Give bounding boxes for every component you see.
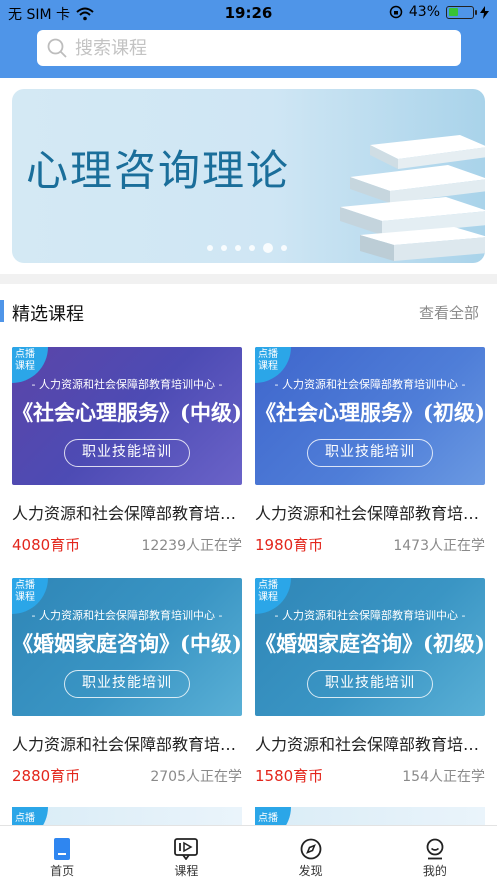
tab-discover[interactable]: 发现 xyxy=(249,826,373,883)
course-thumbnail[interactable]: 点播课程 - 人力资源和社会保障部教育培训中心 - 《婚姻家庭咨询》(中级) 职… xyxy=(12,578,242,716)
header: 无 SIM 卡 19:26 43% xyxy=(0,0,497,78)
course-price: 4080育币 xyxy=(12,536,81,554)
course-meta: 1580育币 154人正在学 xyxy=(255,765,485,786)
search-icon xyxy=(47,38,67,58)
home-icon xyxy=(54,838,71,860)
carousel-dots[interactable] xyxy=(207,243,287,253)
books-illustration xyxy=(340,135,485,261)
vod-badge-label: 点播课程 xyxy=(15,580,35,603)
battery-icon xyxy=(446,5,477,19)
battery-fill xyxy=(448,8,459,16)
vod-badge-label: 点播课程 xyxy=(258,349,278,372)
course-play-icon xyxy=(174,838,199,860)
carousel-dot[interactable] xyxy=(281,245,287,251)
banner-section: 心理咨询理论 xyxy=(0,78,497,274)
featured-section-header: 精选课程 查看全部 xyxy=(0,294,497,330)
thumbnail-org: - 人力资源和社会保障部教育培训中心 - xyxy=(31,378,223,391)
banner-carousel[interactable]: 心理咨询理论 xyxy=(12,89,485,263)
carousel-dot[interactable] xyxy=(221,245,227,251)
course-learners: 2705人正在学 xyxy=(150,769,242,785)
carousel-dot-active[interactable] xyxy=(263,243,273,253)
tab-label: 发现 xyxy=(298,864,323,878)
thumbnail-course-name: 《社会心理服务》(中级) xyxy=(12,400,242,425)
status-right: 43% xyxy=(389,4,489,20)
carousel-dot[interactable] xyxy=(235,245,241,251)
battery-percent: 43% xyxy=(408,4,440,20)
course-learners: 1473人正在学 xyxy=(393,538,485,554)
tab-label: 首页 xyxy=(50,864,75,878)
vod-badge-label: 点播 xyxy=(258,813,278,824)
vod-badge-label: 点播课程 xyxy=(258,580,278,603)
thumbnail-org: - 人力资源和社会保障部教育培训中心 - xyxy=(31,609,223,622)
course-learners: 154人正在学 xyxy=(402,769,485,785)
thumbnail-org: - 人力资源和社会保障部教育培训中心 - xyxy=(274,378,466,391)
thumbnail-course-name: 《社会心理服务》(初级) xyxy=(255,400,485,425)
bottom-tab-bar: 首页 课程 发现 我的 xyxy=(0,825,497,883)
thumbnail-pill: 职业技能培训 xyxy=(64,439,190,467)
course-card[interactable]: 点播课程 - 人力资源和社会保障部教育培训中心 - 《婚姻家庭咨询》(中级) 职… xyxy=(12,578,242,786)
course-meta: 2880育币 2705人正在学 xyxy=(12,765,242,786)
course-card[interactable]: 点播课程 - 人力资源和社会保障部教育培训中心 - 《社会心理服务》(初级) 职… xyxy=(255,347,485,555)
tab-label: 课程 xyxy=(174,864,199,878)
thumbnail-course-name: 《婚姻家庭咨询》(初级) xyxy=(255,631,485,656)
tab-profile[interactable]: 我的 xyxy=(373,826,497,883)
course-meta: 1980育币 1473人正在学 xyxy=(255,534,485,555)
course-meta: 4080育币 12239人正在学 xyxy=(12,534,242,555)
tab-home[interactable]: 首页 xyxy=(0,826,124,883)
course-title[interactable]: 人力资源和社会保障部教育培训中心婚姻家庭咨询(中级) xyxy=(12,731,242,755)
course-price: 1980育币 xyxy=(255,536,324,554)
tab-courses[interactable]: 课程 xyxy=(124,826,248,883)
search-input[interactable] xyxy=(75,37,435,59)
banner-title: 心理咨询理论 xyxy=(26,146,291,195)
course-card-partial[interactable]: 点播 xyxy=(255,807,485,825)
course-card[interactable]: 点播课程 - 人力资源和社会保障部教育培训中心 - 《社会心理服务》(中级) 职… xyxy=(12,347,242,555)
thumbnail-pill: 职业技能培训 xyxy=(307,670,433,698)
course-title[interactable]: 人力资源和社会保障部教育培训中心社会心理服务(初级) xyxy=(255,500,485,524)
carousel-dot[interactable] xyxy=(207,245,213,251)
thumbnail-org: - 人力资源和社会保障部教育培训中心 - xyxy=(274,609,466,622)
course-price: 2880育币 xyxy=(12,767,81,785)
charging-bolt-icon xyxy=(480,5,489,19)
course-thumbnail[interactable]: 点播课程 - 人力资源和社会保障部教育培训中心 - 《社会心理服务》(初级) 职… xyxy=(255,347,485,485)
status-bar: 无 SIM 卡 19:26 43% xyxy=(0,0,497,26)
course-card[interactable]: 点播课程 - 人力资源和社会保障部教育培训中心 - 《婚姻家庭咨询》(初级) 职… xyxy=(255,578,485,786)
search-bar[interactable] xyxy=(37,30,461,66)
tab-label: 我的 xyxy=(422,864,447,878)
thumbnail-course-name: 《婚姻家庭咨询》(中级) xyxy=(12,631,242,656)
section-title: 精选课程 xyxy=(12,304,84,325)
course-price: 1580育币 xyxy=(255,767,324,785)
course-card-partial[interactable]: 点播 xyxy=(12,807,242,825)
course-thumbnail[interactable]: 点播课程 - 人力资源和社会保障部教育培训中心 - 《社会心理服务》(中级) 职… xyxy=(12,347,242,485)
view-all-link[interactable]: 查看全部 xyxy=(419,302,479,323)
vod-badge-label: 点播 xyxy=(15,813,35,824)
section-divider xyxy=(0,274,497,284)
thumbnail-pill: 职业技能培训 xyxy=(307,439,433,467)
thumbnail-pill: 职业技能培训 xyxy=(64,670,190,698)
section-accent-bar xyxy=(0,300,4,322)
compass-icon xyxy=(300,838,322,860)
orientation-lock-icon xyxy=(389,5,403,19)
course-title[interactable]: 人力资源和社会保障部教育培训中心社会心理服务(中级) xyxy=(12,500,242,524)
vod-badge-label: 点播课程 xyxy=(15,349,35,372)
carousel-dot[interactable] xyxy=(249,245,255,251)
course-learners: 12239人正在学 xyxy=(141,538,242,554)
course-thumbnail[interactable]: 点播课程 - 人力资源和社会保障部教育培训中心 - 《婚姻家庭咨询》(初级) 职… xyxy=(255,578,485,716)
profile-icon xyxy=(426,838,444,860)
course-title[interactable]: 人力资源和社会保障部教育培训中心婚姻家庭咨询(初级) xyxy=(255,731,485,755)
